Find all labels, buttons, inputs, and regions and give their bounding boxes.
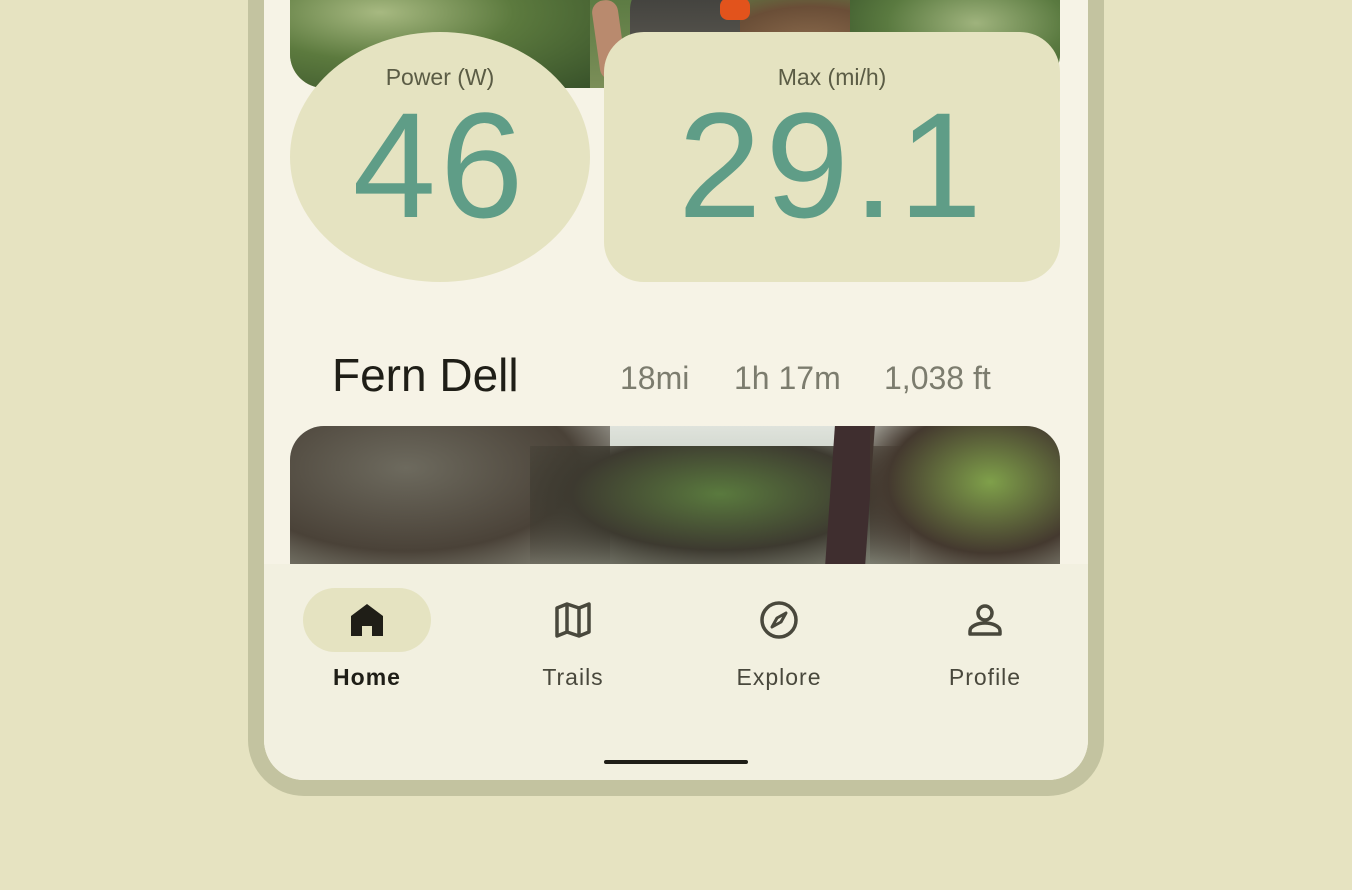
person-icon xyxy=(968,604,1002,636)
nav-item-trails[interactable]: Trails xyxy=(493,588,653,698)
nav-label-trails: Trails xyxy=(542,664,604,690)
app-screen: Power (W) 46 Max (mi/h) 29.1 Fern Dell 1… xyxy=(264,0,1088,780)
trail-distance: 18mi xyxy=(620,360,690,396)
gesture-home-indicator[interactable] xyxy=(604,760,748,764)
nav-label-home: Home xyxy=(333,664,401,690)
trail-name: Fern Dell xyxy=(332,349,519,401)
max-speed-stat-card: Max (mi/h) 29.1 xyxy=(604,32,1060,282)
bottom-navigation: Home Trails Explore Profile xyxy=(264,564,1088,780)
power-stat-card: Power (W) 46 xyxy=(290,32,590,282)
power-stat-value: 46 xyxy=(352,81,528,249)
max-speed-stat-value: 29.1 xyxy=(678,81,986,249)
home-icon xyxy=(351,604,383,636)
nav-label-profile: Profile xyxy=(948,664,1022,690)
trail-elevation: 1,038 ft xyxy=(884,360,991,396)
nav-item-home[interactable]: Home xyxy=(287,588,447,698)
nav-label-explore: Explore xyxy=(736,664,822,690)
nav-item-profile[interactable]: Profile xyxy=(905,588,1065,698)
trail-summary-row[interactable]: Fern Dell 18mi 1h 17m 1,038 ft xyxy=(264,340,1088,410)
trail-duration: 1h 17m xyxy=(734,360,841,396)
map-icon xyxy=(555,602,591,638)
nav-item-explore[interactable]: Explore xyxy=(699,588,859,698)
compass-icon xyxy=(760,601,798,639)
